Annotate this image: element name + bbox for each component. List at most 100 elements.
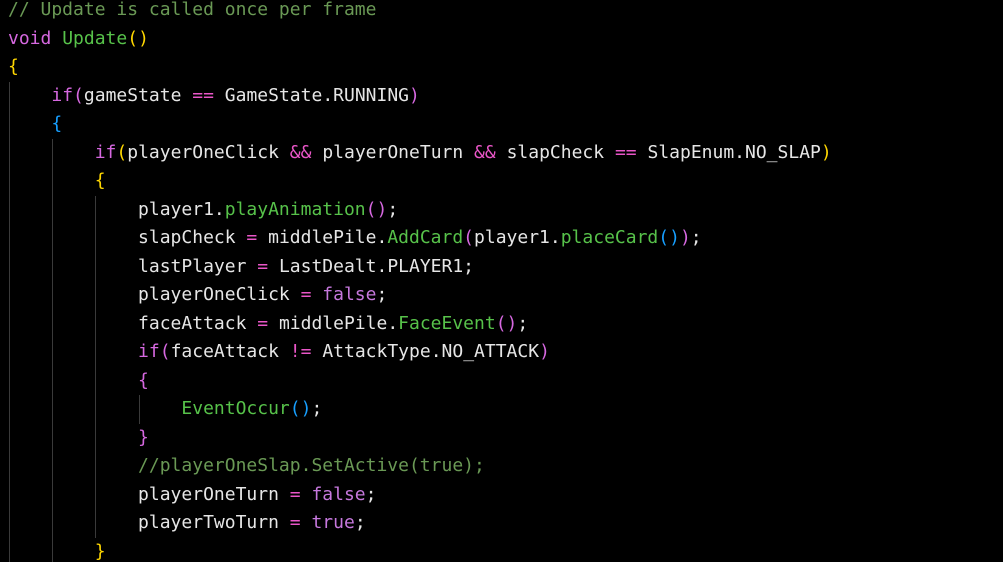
code-token-op: && xyxy=(289,141,312,163)
indent-guide xyxy=(8,452,10,481)
code-token-op: = xyxy=(289,512,301,533)
code-token-bracket-2: ) xyxy=(539,341,550,362)
indent-guide xyxy=(8,195,10,224)
indent-guide xyxy=(8,281,10,310)
indent-guide xyxy=(8,167,10,196)
indent-guide xyxy=(8,309,10,338)
indent-guide xyxy=(95,452,97,481)
indent-guide xyxy=(51,338,53,367)
indent-guide xyxy=(95,338,97,367)
indent-guide xyxy=(95,195,97,224)
code-line[interactable]: { xyxy=(8,110,832,139)
indent-guide xyxy=(51,480,53,509)
code-line[interactable]: { xyxy=(8,366,832,395)
code-token-bracket-2: ( xyxy=(159,341,171,362)
indent-guide xyxy=(8,252,10,281)
code-line[interactable]: if(faceAttack != AttackType.NO_ATTACK) xyxy=(8,338,832,367)
code-token-fn: AddCard xyxy=(387,227,464,248)
indent-guide xyxy=(8,224,10,253)
indent-guide xyxy=(8,81,10,110)
code-token-plain: ; xyxy=(376,284,388,305)
code-token-bracket-3: () xyxy=(289,398,312,419)
code-editor[interactable]: // Update is called once per frame void U… xyxy=(0,0,1003,562)
code-token-op: && xyxy=(474,141,496,163)
code-line[interactable]: } xyxy=(8,423,832,452)
indent-guide xyxy=(51,509,53,538)
code-line[interactable]: // Update is called once per frame xyxy=(8,0,832,25)
code-token-plain: GameState.RUNNING xyxy=(213,84,410,106)
code-line[interactable]: playerTwoTurn = true; xyxy=(8,509,832,538)
code-token-bracket-1: { xyxy=(94,170,106,191)
code-token-plain: ; xyxy=(365,483,377,505)
indent-guide xyxy=(95,366,97,395)
indent-guide xyxy=(8,395,10,424)
code-token-keyword: if xyxy=(138,341,160,362)
code-token-bracket-3: () xyxy=(658,227,680,248)
indent-guide xyxy=(95,509,97,538)
code-line[interactable]: slapCheck = middlePile.AddCard(player1.p… xyxy=(8,224,832,253)
indent-guide xyxy=(8,480,10,509)
code-line[interactable]: //playerOneSlap.SetActive(true); xyxy=(8,452,832,481)
code-token-plain: playerOneClick xyxy=(127,141,290,163)
indent-guide xyxy=(8,509,10,538)
indent-guide xyxy=(138,395,140,424)
code-token-plain: gameState xyxy=(83,84,193,106)
code-token-bracket-1: { xyxy=(8,56,19,77)
indent-guide xyxy=(8,366,10,395)
indent-guide xyxy=(95,423,97,452)
code-line[interactable]: EventOccur(); xyxy=(8,395,832,424)
indent-guide xyxy=(8,537,10,562)
code-line[interactable]: void Update() xyxy=(8,25,832,54)
code-token-comment: // Update is called once per frame xyxy=(8,0,377,20)
code-line[interactable]: if(playerOneClick && playerOneTurn && sl… xyxy=(8,138,832,167)
indent-guide xyxy=(95,395,97,424)
code-line[interactable]: { xyxy=(8,53,832,82)
code-token-comment: //playerOneSlap.SetActive(true); xyxy=(138,455,485,476)
code-token-op: != xyxy=(289,341,312,362)
code-line[interactable]: faceAttack = middlePile.FaceEvent(); xyxy=(8,309,832,338)
code-token-bracket-2: ( xyxy=(73,84,84,106)
code-line[interactable]: } xyxy=(8,537,832,562)
code-token-plain: middlePile. xyxy=(257,227,388,248)
indent-guide xyxy=(8,110,10,139)
code-token-plain: playerTwoTurn xyxy=(138,512,290,533)
code-token-op: == xyxy=(192,84,214,106)
code-token-plain: middlePile. xyxy=(268,312,399,334)
indent-guide xyxy=(51,309,53,338)
code-token-fn: placeCard xyxy=(560,227,659,248)
code-token-plain: AttackType.NO_ATTACK xyxy=(311,341,540,362)
code-token-bracket-2: ( xyxy=(463,227,475,248)
code-token-bool: true xyxy=(311,512,355,533)
code-token-plain: ; xyxy=(517,312,529,334)
code-line[interactable]: player1.playAnimation(); xyxy=(8,195,832,224)
indent-guide xyxy=(51,366,53,395)
indent-guide xyxy=(95,281,97,310)
code-token-op: = xyxy=(257,312,269,334)
code-line[interactable]: playerOneTurn = false; xyxy=(8,480,832,509)
indent-guide xyxy=(51,195,53,224)
code-token-keyword: if xyxy=(94,141,117,163)
code-line[interactable]: lastPlayer = LastDealt.PLAYER1; xyxy=(8,252,832,281)
code-token-plain: ; xyxy=(311,398,323,419)
code-token-fn: Update xyxy=(62,27,128,49)
code-token-bracket-1: ( xyxy=(116,141,128,163)
indent-guide xyxy=(51,138,53,167)
code-token-bracket-2: { xyxy=(138,369,149,391)
code-token-op: = xyxy=(289,483,301,505)
indent-guide xyxy=(51,252,53,281)
code-line[interactable]: playerOneClick = false; xyxy=(8,281,832,310)
code-line[interactable]: if(gameState == GameState.RUNNING) xyxy=(8,81,832,110)
code-token-op: == xyxy=(614,141,637,163)
code-line[interactable]: { xyxy=(8,167,832,196)
code-token-bracket-2: ) xyxy=(409,84,420,106)
